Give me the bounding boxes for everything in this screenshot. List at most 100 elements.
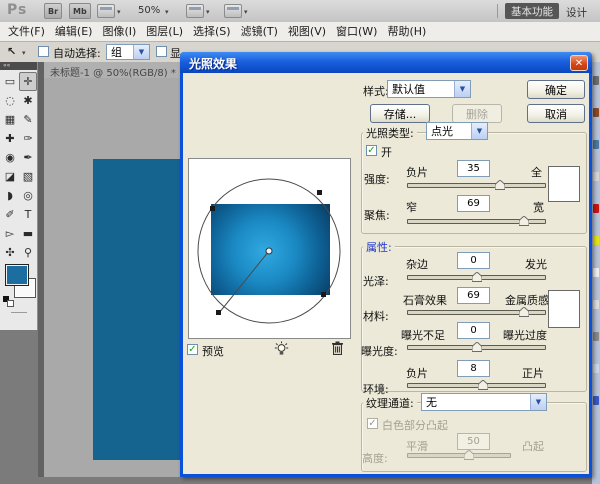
tool-eraser[interactable]: ◪ (1, 167, 19, 186)
zoom-arrow-icon[interactable]: ▾ (165, 8, 169, 16)
tool-pen[interactable]: ✐ (1, 205, 19, 224)
bridge-button[interactable]: Br (44, 3, 62, 19)
arrange-arrow-icon[interactable]: ▾ (206, 8, 210, 16)
tool-rectangular-marquee[interactable]: ▭ (1, 72, 19, 91)
workspace-design-button[interactable]: 设计 (566, 5, 587, 20)
show-transform-checkbox[interactable] (156, 46, 167, 57)
exposure-input[interactable] (457, 322, 490, 339)
dock-panel-icon[interactable] (593, 268, 599, 277)
save-button[interactable]: 存储... (370, 104, 430, 123)
dialog-title-bar[interactable]: 光照效果 ✕ (180, 52, 592, 73)
menu-item-1[interactable]: 编辑(E) (50, 22, 98, 41)
tool-shape[interactable]: ▬ (19, 224, 37, 243)
tool-blur[interactable]: ◗ (1, 186, 19, 205)
tool-quick-selection[interactable]: ✱ (19, 91, 37, 110)
dock-panel-icon[interactable] (593, 76, 599, 85)
dock-panel-icon[interactable] (593, 396, 599, 405)
ok-button[interactable]: 确定 (527, 80, 585, 99)
tool-type[interactable]: T (19, 205, 37, 224)
material-slider-thumb[interactable] (519, 307, 529, 317)
ambience-slider-thumb[interactable] (478, 380, 488, 390)
preview-area[interactable] (188, 158, 351, 339)
light-color-swatch[interactable] (548, 166, 580, 202)
menu-item-5[interactable]: 滤镜(T) (236, 22, 283, 41)
dock-panel-icon[interactable] (593, 364, 599, 373)
view-extras-icon[interactable] (97, 4, 115, 18)
arrange-documents-icon[interactable] (186, 4, 204, 18)
material-input[interactable] (457, 287, 490, 304)
zoom-level[interactable]: 50% (138, 5, 160, 16)
exposure-slider-thumb[interactable] (472, 342, 482, 352)
tool-gradient[interactable]: ▧ (19, 167, 37, 186)
tool-zoom[interactable]: ⚲ (19, 243, 37, 262)
auto-select-dropdown[interactable]: 组 ▼ (106, 44, 150, 60)
close-icon[interactable]: ✕ (570, 55, 588, 71)
dock-panel-icon[interactable] (593, 236, 599, 245)
preview-checkbox[interactable]: ✓ (187, 344, 198, 355)
document-image[interactable] (93, 159, 181, 460)
gloss-slider-thumb[interactable] (472, 272, 482, 282)
dock-panel-icon[interactable] (593, 140, 599, 149)
dock-panel-icon[interactable] (593, 332, 599, 341)
style-dropdown[interactable]: 默认值 ▼ (387, 80, 471, 98)
screen-mode-icon[interactable] (224, 4, 242, 18)
gloss-slider[interactable] (407, 275, 546, 280)
texture-channel-dropdown[interactable]: 无 ▼ (421, 393, 547, 411)
tool-hand[interactable]: ✣ (1, 243, 19, 262)
tool-dodge[interactable]: ◎ (19, 186, 37, 205)
menu-item-3[interactable]: 图层(L) (141, 22, 188, 41)
tool-healing-brush[interactable]: ✚ (1, 129, 19, 148)
gloss-input[interactable] (457, 252, 490, 269)
menu-item-4[interactable]: 选择(S) (188, 22, 236, 41)
document-tab[interactable]: 未标题-1 @ 50%(RGB/8) * (50, 64, 176, 79)
dropdown-arrow-icon: ▼ (471, 123, 487, 139)
light-type-dropdown[interactable]: 点光 ▼ (426, 122, 488, 140)
cancel-button[interactable]: 取消 (527, 104, 585, 123)
menu-item-8[interactable]: 帮助(H) (382, 22, 431, 41)
tool-preset-arrow-icon[interactable]: ▾ (22, 49, 26, 57)
material-slider[interactable] (407, 310, 546, 315)
dock-panel-icon[interactable] (593, 172, 599, 181)
default-colors-icon[interactable] (3, 296, 12, 305)
delete-light-trash-icon[interactable] (331, 341, 344, 356)
menu-item-7[interactable]: 窗口(W) (331, 22, 382, 41)
auto-select-checkbox[interactable] (38, 46, 49, 57)
intensity-slider-thumb[interactable] (495, 180, 505, 190)
light-on-checkbox[interactable]: ✓ (366, 145, 377, 156)
light-footprint-overlay[interactable] (189, 159, 352, 340)
screen-mode-arrow-icon[interactable]: ▾ (244, 8, 248, 16)
dock-panel-icon[interactable] (593, 108, 599, 117)
right-panel-dock[interactable] (592, 62, 600, 484)
add-light-bulb-icon[interactable] (274, 341, 289, 357)
tool-brush[interactable]: ✑ (19, 129, 37, 148)
intensity-input[interactable] (457, 160, 490, 177)
tool-eyedropper[interactable]: ✎ (19, 110, 37, 129)
tool-path-selection[interactable]: ▻ (1, 224, 19, 243)
focus-input[interactable] (457, 195, 490, 212)
material-color-swatch[interactable] (548, 290, 580, 328)
ambience-input[interactable] (457, 360, 490, 377)
menu-item-0[interactable]: 文件(F) (3, 22, 50, 41)
tool-clone-stamp[interactable]: ◉ (1, 148, 19, 167)
dock-panel-icon[interactable] (593, 204, 599, 213)
intensity-label: 强度: (364, 171, 390, 187)
tool-move[interactable]: ✛ (19, 72, 37, 91)
mini-bridge-button[interactable]: Mb (69, 3, 91, 19)
palette-divider (11, 312, 27, 313)
palette-collapse-handle[interactable]: «« (0, 62, 37, 70)
intensity-slider[interactable] (407, 183, 546, 188)
dock-panel-icon[interactable] (593, 300, 599, 309)
view-extras-arrow-icon[interactable]: ▾ (117, 8, 121, 16)
ambience-slider[interactable] (407, 383, 546, 388)
tool-lasso[interactable]: ◌ (1, 91, 19, 110)
move-tool-icon[interactable]: ↖ (7, 45, 16, 58)
foreground-color-swatch[interactable] (5, 264, 29, 286)
workspace-basic-button[interactable]: 基本功能 (505, 3, 559, 19)
menu-item-6[interactable]: 视图(V) (283, 22, 331, 41)
exposure-slider[interactable] (407, 345, 546, 350)
tool-crop[interactable]: ▦ (1, 110, 19, 129)
focus-slider-thumb[interactable] (519, 216, 529, 226)
tool-history-brush[interactable]: ✒ (19, 148, 37, 167)
focus-slider[interactable] (407, 219, 546, 224)
menu-item-2[interactable]: 图像(I) (97, 22, 141, 41)
